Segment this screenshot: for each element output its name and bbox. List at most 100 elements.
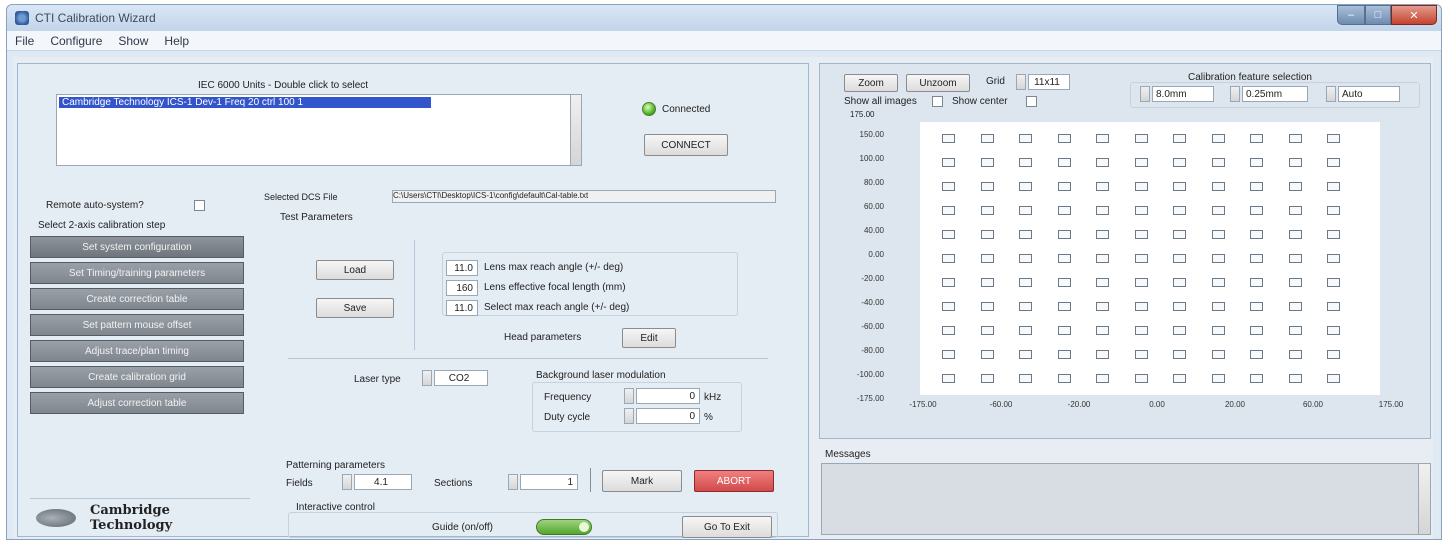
duty-cycle-field[interactable]: 0 [636,408,700,424]
show-all-label: Show all images [844,96,917,107]
fields-spinner[interactable] [342,474,352,490]
step-set-timing[interactable]: Set Timing/training parameters [30,262,244,284]
grid-target-icon [942,182,955,191]
guide-toggle[interactable] [536,519,592,535]
connect-button[interactable]: CONNECT [644,134,728,156]
unzoom-button[interactable]: Unzoom [906,74,970,92]
menu-bar: File Configure Show Help [7,31,1441,51]
frequency-spinner[interactable] [624,388,634,404]
grid-target-icon [1327,350,1340,359]
laser-type-field[interactable]: CO2 [434,370,488,386]
step-create-correction-table[interactable]: Create correction table [30,288,244,310]
menu-file[interactable]: File [15,34,34,48]
grid-target-icon [1096,278,1109,287]
minimize-button[interactable]: – [1337,5,1365,25]
grid-target-icon [1057,182,1071,191]
grid-target-icon [1173,374,1186,383]
grid-spinner[interactable] [1016,74,1026,90]
step-set-pattern-offset[interactable]: Set pattern mouse offset [30,314,244,336]
cal-sel1-spinner[interactable] [1140,86,1150,102]
param-value-1[interactable]: 160 [446,280,478,296]
grid-target-icon [1096,350,1109,359]
fields-field[interactable]: 4.1 [354,474,412,490]
messages-scrollbar[interactable] [1418,464,1430,534]
laser-type-spinner[interactable] [422,370,432,386]
head-edit-button[interactable]: Edit [622,328,676,348]
fields-label: Fields [286,478,313,489]
cal-sel3-field[interactable]: Auto [1338,86,1400,102]
grid-target-icon [1134,230,1148,239]
grid-target-icon [1288,158,1302,167]
app-window: CTI Calibration Wizard – □ ✕ File Config… [6,4,1442,540]
zoom-button[interactable]: Zoom [844,74,898,92]
grid-target-icon [1134,182,1148,191]
go-to-exit-button[interactable]: Go To Exit [682,516,772,538]
client-area: IEC 6000 Units - Double click to select … [13,57,1433,539]
close-button[interactable]: ✕ [1391,5,1437,25]
frequency-label: Frequency [544,392,592,403]
device-list-item[interactable]: Cambridge Technology ICS-1 Dev-1 Freq 20… [59,97,431,108]
cal-sel1-field[interactable]: 8.0mm [1152,86,1214,102]
device-list-scrollbar[interactable] [570,94,582,166]
calibration-grid-plot[interactable] [920,122,1380,395]
grid-target-icon [1327,374,1340,383]
laser-type-label: Laser type [354,374,401,385]
menu-configure[interactable]: Configure [50,34,102,48]
grid-target-icon [1134,254,1148,263]
abort-button[interactable]: ABORT [694,470,774,492]
show-all-checkbox[interactable] [932,96,943,107]
grid-field[interactable]: 11x11 [1028,74,1070,90]
x-tick-label: 20.00 [1224,400,1246,409]
x-tick-label: 0.00 [1149,400,1165,409]
device-list[interactable]: Cambridge Technology ICS-1 Dev-1 Freq 20… [56,94,576,166]
grid-target-icon [1288,254,1302,263]
step-adjust-correction-table[interactable]: Adjust correction table [30,392,244,414]
grid-target-icon [942,278,955,287]
y-tick-label: 40.00 [863,226,884,235]
grid-target-icon [942,158,955,167]
step-adjust-timing[interactable]: Adjust trace/plan timing [30,340,244,362]
cal-sel2-field[interactable]: 0.25mm [1242,86,1308,102]
step-set-system-config[interactable]: Set system configuration [30,236,244,258]
show-center-checkbox[interactable] [1026,96,1037,107]
x-tick-label: -175.00 [909,400,937,409]
remote-checkbox[interactable] [194,200,205,211]
save-button[interactable]: Save [316,298,394,318]
step-create-calibration-grid[interactable]: Create calibration grid [30,366,244,388]
grid-target-icon [942,254,955,263]
grid-target-icon [980,254,994,263]
mark-button[interactable]: Mark [602,470,682,492]
grid-target-icon [1173,158,1186,167]
messages-area [821,463,1431,535]
frequency-field[interactable]: 0 [636,388,700,404]
param-label-1: Lens effective focal length (mm) [484,282,626,293]
param-value-2[interactable]: 11.0 [446,300,478,316]
grid-target-icon [1211,350,1225,359]
grid-target-icon [1173,326,1186,335]
x-tick-label: -20.00 [1067,400,1091,409]
cal-sel3-spinner[interactable] [1326,86,1336,102]
duty-cycle-spinner[interactable] [624,408,634,424]
grid-target-icon [980,230,994,239]
load-button[interactable]: Load [316,260,394,280]
plot-panel: Zoom Unzoom Grid 11x11 Show all images S… [819,63,1431,439]
menu-show[interactable]: Show [118,34,148,48]
window-title: CTI Calibration Wizard [35,11,156,25]
grid-target-icon [1057,254,1071,263]
maximize-button[interactable]: □ [1365,5,1391,25]
grid-target-icon [1288,134,1302,143]
grid-target-icon [980,206,994,215]
sections-spinner[interactable] [508,474,518,490]
grid-target-icon [1019,302,1032,311]
sections-field[interactable]: 1 [520,474,578,490]
grid-target-icon [942,206,955,215]
param-value-0[interactable]: 11.0 [446,260,478,276]
grid-target-icon [1134,158,1148,167]
grid-target-icon [1096,302,1109,311]
grid-target-icon [1250,374,1263,383]
menu-help[interactable]: Help [164,34,189,48]
grid-target-icon [1019,134,1032,143]
path-field[interactable]: C:\Users\CTI\Desktop\ICS-1\config\defaul… [392,190,776,203]
grid-target-icon [1173,254,1186,263]
cal-sel2-spinner[interactable] [1230,86,1240,102]
